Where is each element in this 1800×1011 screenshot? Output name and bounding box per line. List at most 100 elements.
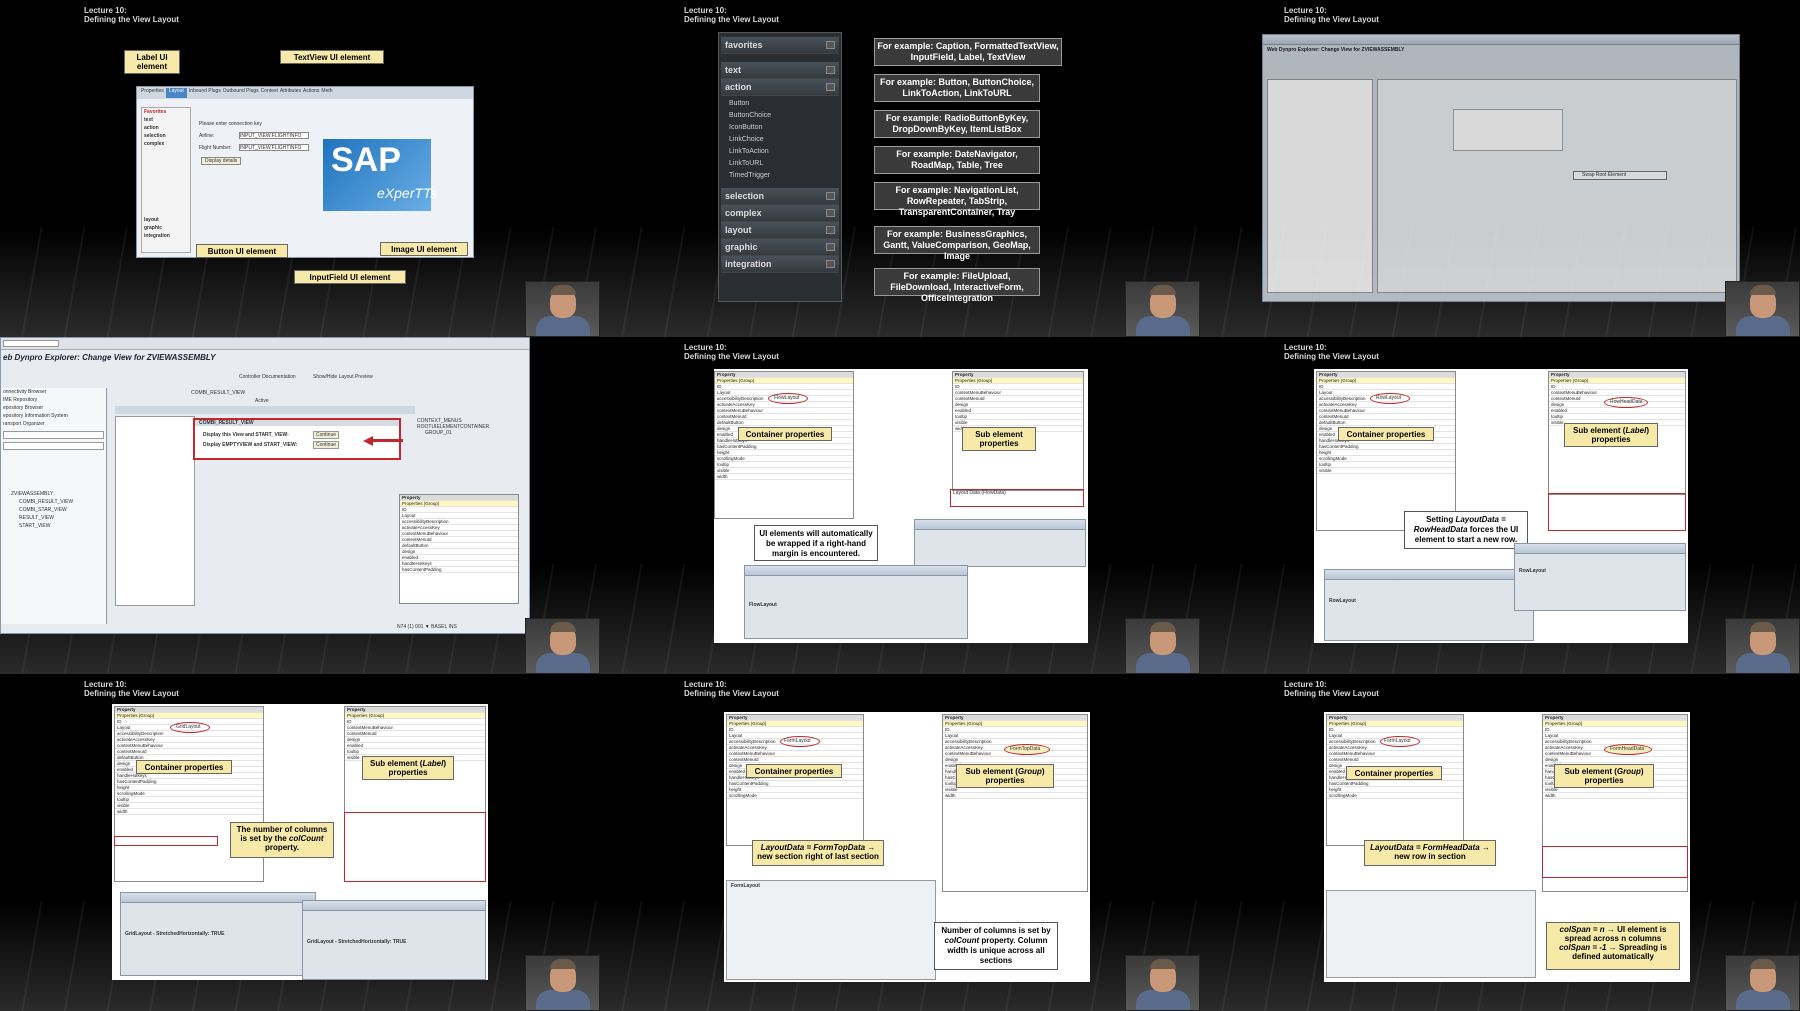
note-text: =: [1499, 515, 1506, 524]
toggle-icon[interactable]: [826, 226, 835, 234]
callout-sub-element-properties: Sub element (Group) properties: [1554, 764, 1654, 788]
red-arrow-shaft: [373, 439, 403, 442]
left-navigation: onnectivity Browser IME Repository eposi…: [1, 388, 107, 624]
controller-doc-button[interactable]: Controller Documentation: [239, 374, 296, 380]
table-row[interactable]: scrollingMode: [727, 793, 863, 799]
toggle-icon[interactable]: [826, 243, 835, 251]
table-row[interactable]: hasContentPadding: [400, 567, 518, 573]
continue-button-2[interactable]: Continue: [313, 441, 340, 449]
category-graphic[interactable]: graphic: [142, 224, 190, 232]
toggle-icon[interactable]: [826, 260, 835, 268]
object-name[interactable]: [3, 442, 104, 450]
form-layout-preview: [1326, 890, 1536, 978]
presenter-shirt: [1736, 990, 1790, 1010]
nav-item[interactable]: ransport Organizer: [1, 420, 106, 428]
action-item[interactable]: ButtonChoice: [719, 110, 841, 122]
table-row[interactable]: width: [115, 809, 263, 815]
presenter-hair: [1150, 285, 1176, 295]
example-selection: For example: RadioButtonByKey, DropDownB…: [874, 110, 1040, 138]
tab[interactable]: Actions: [303, 88, 319, 98]
tab[interactable]: Inbound Plugs: [189, 88, 221, 98]
context-menu-item[interactable]: Swap Root Element: [1573, 171, 1667, 180]
nav-item[interactable]: epository Browser: [1, 404, 106, 412]
object-select[interactable]: [3, 431, 104, 439]
nav-item[interactable]: IME Repository: [1, 396, 106, 404]
tab[interactable]: Context: [261, 88, 278, 98]
action-item[interactable]: LinkToAction: [719, 146, 841, 158]
preview-title: GridLayout - StretchedHorizontally: TRUE: [307, 939, 407, 945]
tab-strip: Properties Layout Inbound Plugs Outbound…: [137, 87, 473, 99]
action-item[interactable]: IconButton: [719, 122, 841, 134]
layoutdata-value: RowHeadData: [1610, 399, 1643, 405]
note-text: Number of columns is set by: [941, 926, 1051, 935]
slide-content: Property Properties (Group) ID Layout ac…: [724, 712, 1090, 982]
airline-input[interactable]: INPUT_VIEW.FLIGHTINFO: [239, 132, 309, 139]
category-text[interactable]: text: [142, 116, 190, 124]
action-item[interactable]: LinkToURL: [719, 158, 841, 170]
tab[interactable]: Properties: [141, 88, 164, 98]
category-layout[interactable]: layout: [721, 222, 839, 239]
toggle-icon[interactable]: [826, 66, 835, 74]
toggle-icon[interactable]: [826, 209, 835, 217]
category-layout[interactable]: layout: [142, 216, 190, 224]
lecture-title: Defining the View Layout: [1284, 352, 1379, 361]
category-label: text: [725, 65, 742, 75]
lecture-header: Lecture 10: Defining the View Layout: [84, 6, 179, 24]
tab[interactable]: Layout: [165, 88, 187, 98]
tree-node[interactable]: START_VIEW: [1, 522, 106, 530]
category-action[interactable]: action: [721, 79, 839, 96]
callout-container-properties: Container properties: [746, 764, 842, 778]
tile-9: Lecture 10: Defining the View Layout Pro…: [1200, 674, 1800, 1011]
presenter-hair: [550, 285, 576, 295]
table-row[interactable]: width: [1543, 793, 1687, 799]
layout-value: FormLayout: [784, 738, 811, 744]
callout-emphasis: Group: [1616, 767, 1641, 776]
category-selection[interactable]: selection: [721, 188, 839, 205]
table-row[interactable]: width: [943, 793, 1087, 799]
continue-button-1[interactable]: Continue: [313, 431, 340, 439]
category-integration[interactable]: integration: [721, 256, 839, 273]
table-row[interactable]: visible: [1317, 468, 1455, 474]
display-details-button[interactable]: Display details: [201, 157, 242, 165]
preview-title: RowLayout: [1519, 568, 1546, 574]
note-emphasis: colCount: [944, 936, 980, 945]
tab[interactable]: Attributes: [280, 88, 301, 98]
table-row[interactable]: width: [715, 474, 853, 480]
category-favorites[interactable]: Favorites: [142, 108, 190, 116]
category-favorites[interactable]: favorites: [721, 37, 839, 54]
tree-node[interactable]: ZVIEWASSEMBLY: [1, 490, 106, 498]
table-row[interactable]: scrollingMode: [1327, 793, 1463, 799]
category-action[interactable]: action: [142, 124, 190, 132]
tree-node[interactable]: COMBI_RESULT_VIEW: [1, 498, 106, 506]
category-graphic[interactable]: graphic: [721, 239, 839, 256]
action-item[interactable]: Button: [719, 98, 841, 110]
colspan-highlight: [1542, 846, 1688, 878]
callout-sub-element-properties: Sub element (Label) properties: [1564, 423, 1658, 447]
category-text[interactable]: text: [721, 62, 839, 79]
flight-input[interactable]: INPUT_VIEW.FLIGHTINFO: [239, 144, 309, 151]
action-item[interactable]: LinkChoice: [719, 134, 841, 146]
status-bar: N74 (1) 001 ▼ BASEL INS: [397, 624, 457, 630]
nav-item[interactable]: epository Information System: [1, 412, 106, 420]
tree-node[interactable]: RESULT_VIEW: [1, 514, 106, 522]
nav-item[interactable]: onnectivity Browser: [1, 388, 106, 396]
tree-node[interactable]: COMBI_STAR_VIEW: [1, 506, 106, 514]
category-complex[interactable]: complex: [142, 140, 190, 148]
form-layout-preview: FormLayout: [726, 880, 936, 980]
toggle-icon[interactable]: [826, 83, 835, 91]
tile-7: Lecture 10: Defining the View Layout Pro…: [0, 674, 600, 1011]
presenter-shirt: [536, 653, 590, 673]
toggle-icon[interactable]: [826, 192, 835, 200]
category-integration[interactable]: integration: [142, 232, 190, 240]
show-hide-preview-button[interactable]: Show/Hide Layout Preview: [313, 374, 373, 380]
note-formtopdata: LayoutData = FormTopData → new section r…: [752, 840, 884, 866]
lecture-header: Lecture 10: Defining the View Layout: [684, 680, 779, 698]
tab[interactable]: Meth: [321, 88, 332, 98]
toggle-icon[interactable]: [826, 41, 835, 49]
tree-node[interactable]: GROUP_01: [405, 430, 527, 436]
tab[interactable]: Outbound Plugs: [223, 88, 259, 98]
command-field[interactable]: [3, 340, 59, 347]
category-complex[interactable]: complex: [721, 205, 839, 222]
category-selection[interactable]: selection: [142, 132, 190, 140]
action-item[interactable]: TimedTrigger: [719, 170, 841, 182]
